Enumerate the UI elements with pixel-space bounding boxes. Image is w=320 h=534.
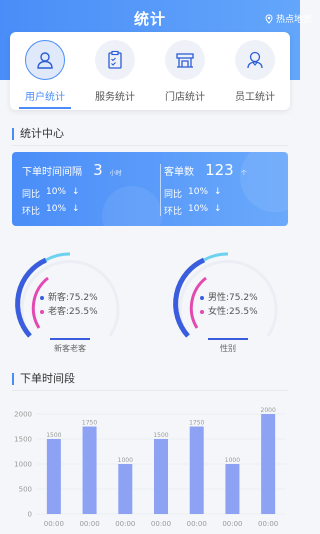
gauge-gender: 男性:75.2% 女性:25.5% 性别	[168, 246, 288, 356]
gauge-item-text: 新客:75.2%	[48, 293, 98, 303]
yoy-value: 10%	[46, 187, 67, 197]
gauge-underline	[50, 338, 90, 340]
hotmap-label: 热点地图	[275, 15, 312, 25]
data-label: 1000	[225, 457, 240, 464]
tab-store-stats[interactable]: 门店统计	[155, 40, 215, 110]
gauge-item: 新客:75.2%	[40, 290, 98, 303]
y-tick-label: 0	[28, 511, 32, 519]
legend-dot	[200, 309, 204, 314]
decor-bubble	[240, 152, 288, 212]
yoy-value: 10%	[188, 187, 209, 197]
gauge-label: 性别	[220, 344, 236, 353]
stats-tabs: 用户统计 服务统计 门店统计 员工统计	[10, 32, 290, 110]
data-label: 1750	[189, 420, 204, 427]
x-tick-label: 00:00	[79, 520, 99, 528]
y-tick-label: 1500	[14, 436, 32, 444]
y-tick-label: 500	[19, 486, 32, 494]
tab-label: 员工统计	[235, 92, 275, 103]
y-tick-label: 1000	[14, 461, 32, 469]
section-divider	[12, 390, 288, 391]
gauge-label: 新客老客	[54, 344, 86, 353]
gauge-item: 女性:25.5%	[200, 304, 258, 317]
data-label: 1500	[46, 432, 61, 439]
gauge-item-text: 女性:25.5%	[208, 307, 258, 317]
tab-label: 服务统计	[95, 92, 135, 103]
tab-label: 用户统计	[25, 92, 65, 103]
order-interval-label: 下单时间间隔	[22, 167, 82, 178]
y-tick-label: 2000	[14, 411, 32, 419]
legend-dot	[40, 295, 44, 300]
section-divider	[12, 145, 288, 146]
data-label: 2000	[261, 407, 276, 414]
mom-value: 10%	[188, 204, 209, 214]
gauge-item: 老客:25.5%	[40, 304, 98, 317]
legend-dot	[200, 295, 204, 300]
gauge-item: 男性:75.2%	[200, 290, 258, 303]
page-title: 统计	[133, 10, 166, 28]
section-title-center: 统计中心	[12, 128, 64, 140]
bar	[189, 426, 204, 514]
customer-count-unit: 个	[240, 170, 247, 177]
arrow-down-icon: ↓	[214, 187, 222, 197]
customer-count-label: 客单数	[164, 167, 194, 178]
x-tick-label: 00:00	[44, 520, 64, 528]
x-tick-label: 00:00	[222, 520, 242, 528]
bar	[118, 464, 133, 514]
bar	[46, 439, 61, 514]
arrow-down-icon: ↓	[214, 204, 222, 214]
data-label: 1500	[153, 432, 168, 439]
section-title-time: 下单时间段	[12, 373, 75, 385]
hotmap-link[interactable]: 热点地图	[264, 12, 312, 25]
staff-icon	[235, 40, 275, 80]
mom-value: 10%	[46, 204, 67, 214]
arrow-down-icon: ↓	[72, 204, 80, 214]
arrow-down-icon: ↓	[72, 187, 80, 197]
bar	[82, 426, 97, 514]
tab-label: 门店统计	[165, 92, 205, 103]
yoy-label: 同比	[22, 190, 41, 200]
order-interval-value: 3	[93, 161, 103, 179]
store-icon	[165, 40, 205, 80]
mom-label: 环比	[22, 207, 41, 217]
mom-label: 环比	[164, 207, 183, 217]
x-tick-label: 00:00	[258, 520, 278, 528]
stats-divider	[160, 164, 161, 216]
bar	[154, 439, 168, 514]
order-interval-stat: 下单时间间隔 3 小时 同比 10% ↓ 环比 10% ↓	[22, 160, 122, 217]
order-interval-unit: 小时	[109, 170, 122, 177]
bar	[261, 414, 276, 514]
customer-count-value: 123	[205, 161, 234, 179]
x-tick-label: 00:00	[151, 520, 171, 528]
x-tick-label: 00:00	[115, 520, 135, 528]
clipboard-icon	[95, 40, 135, 80]
tab-service-stats[interactable]: 服务统计	[85, 40, 145, 110]
gauge-new-old-customers: 新客:75.2% 老客:25.5% 新客老客	[10, 246, 130, 356]
legend-dot	[40, 309, 44, 314]
gauge-item-text: 男性:75.2%	[208, 293, 258, 303]
tab-staff-stats[interactable]: 员工统计	[225, 40, 285, 110]
location-pin-icon	[265, 13, 273, 24]
gauge-underline	[208, 338, 248, 340]
gauge-item-text: 老客:25.5%	[48, 307, 98, 317]
stats-summary-card: 下单时间间隔 3 小时 同比 10% ↓ 环比 10% ↓ 客单数 123 个 …	[12, 152, 288, 226]
x-tick-label: 00:00	[187, 520, 207, 528]
order-time-chart: 0 500 1000 1500 2000 1500 00:00 1750 00:00 1000 00…	[14, 407, 286, 528]
customer-count-stat: 客单数 123 个 同比 10% ↓ 环比 10% ↓	[164, 160, 247, 217]
tab-user-stats[interactable]: 用户统计	[15, 40, 75, 110]
user-icon	[25, 40, 65, 80]
data-label: 1000	[118, 457, 133, 464]
bar	[225, 464, 240, 514]
yoy-label: 同比	[164, 190, 183, 200]
data-label: 1750	[82, 420, 97, 427]
